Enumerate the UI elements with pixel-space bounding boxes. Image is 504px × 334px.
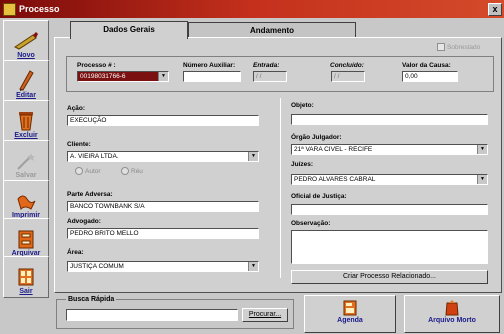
radio-circle[interactable] [121,167,129,175]
app-icon [3,2,16,16]
parte-adversa-field[interactable]: BANCO TOWNBANK S/A [67,201,259,212]
new-label: Novo [17,52,35,59]
arquivo-morto-button[interactable]: Arquivo Morto [404,295,500,333]
edit-button[interactable]: Editar [3,60,49,102]
advogado-label: Advogado: [67,218,101,225]
orgao-select[interactable]: 21ª VARA CIVEL - RECIFE ▼ [291,144,488,155]
procurar-button[interactable]: Procurar... [242,308,288,322]
chevron-down-icon[interactable]: ▼ [477,145,487,154]
pen-icon [14,32,38,50]
close-button[interactable]: x [488,3,502,16]
busca-field[interactable] [66,309,238,321]
bottom-bar: Busca Rápida Procurar... Agenda Arquivo … [54,295,502,333]
left-toolbar: Novo Editar Excluir Salvar Imprimir Arqu… [0,18,52,298]
cliente-label: Cliente: [67,141,91,148]
chevron-down-icon[interactable]: ▼ [477,175,487,184]
area-value: JUSTIÇA COMUM [70,263,124,270]
concluido-field[interactable]: / / [331,71,365,82]
chevron-down-icon[interactable]: ▼ [248,262,258,271]
edit-label: Editar [16,92,36,99]
area-label: Área: [67,249,84,256]
agenda-button[interactable]: Agenda [304,295,396,333]
processo-field[interactable]: 00198031766-6 ▼ [77,71,169,82]
processo-label: Processo # : [77,62,116,69]
archive-button[interactable]: Arquivar [3,218,49,260]
acao-field[interactable]: EXECUÇÃO [67,115,259,126]
delete-button[interactable]: Excluir [3,100,49,142]
numero-auxiliar-label: Número Auxiliar: [183,62,236,69]
print-button[interactable]: Imprimir [3,180,49,222]
processo-value: 00198031766-6 [80,73,126,80]
area-select[interactable]: JUSTIÇA COMUM ▼ [67,261,259,272]
sobrestado-checkbox[interactable]: Sobrestado [437,43,480,51]
pencil-icon [19,70,34,91]
observacao-textarea[interactable] [291,230,488,264]
juizes-value: PEDRO ALVARES CABRAL [294,176,376,183]
parte-adversa-label: Parte Adversa: [67,191,113,198]
radio-reu-label: Réu [131,167,143,175]
main-panel: Sobrestado Processo # : 00198031766-6 ▼ … [54,37,502,293]
chevron-down-icon[interactable]: ▼ [248,152,258,161]
new-button[interactable]: Novo [3,20,49,62]
observacao-label: Observação: [291,220,331,227]
window-title: Processo [19,4,60,14]
archive-icon [18,230,34,249]
radio-autor-label: Autor [85,167,101,175]
wand-icon [17,153,35,170]
objeto-label: Objeto: [291,102,314,109]
radio-autor[interactable]: Autor [75,167,101,175]
entrada-label: Entrada: [253,62,280,69]
column-divider [280,98,281,278]
oficial-field[interactable] [291,204,488,215]
agenda-icon [343,300,357,316]
radio-circle[interactable] [75,167,83,175]
exit-icon [18,268,34,286]
juizes-select[interactable]: PEDRO ALVARES CABRAL ▼ [291,174,488,185]
cliente-select[interactable]: A. VIEIRA LTDA. ▼ [67,151,259,162]
sobrestado-label: Sobrestado [447,43,481,51]
advogado-field[interactable]: PEDRO BRITO MELLO [67,228,259,239]
valor-causa-label: Valor da Causa: [402,62,451,69]
agenda-label: Agenda [337,317,363,324]
save-label: Salvar [15,172,37,179]
title-bar: Processo x [0,0,504,18]
chevron-down-icon[interactable]: ▼ [158,72,168,81]
orgao-label: Órgão Julgador: [291,134,342,141]
juizes-label: Juízes: [291,161,314,168]
acao-label: Ação: [67,105,86,112]
trash-icon [19,112,33,131]
orgao-value: 21ª VARA CIVEL - RECIFE [294,146,373,153]
cliente-value: A. VIEIRA LTDA. [70,153,119,160]
checkbox-box[interactable] [437,43,445,51]
exit-button[interactable]: Sair [3,256,49,298]
archive-box-icon [445,300,459,316]
exit-label: Sair [19,288,33,295]
delete-label: Excluir [14,132,38,139]
print-icon [17,195,36,210]
busca-label: Busca Rápida [66,296,117,303]
concluido-label: Concluído: [330,62,364,69]
arquivo-morto-label: Arquivo Morto [428,317,476,324]
valor-causa-field[interactable]: 0,00 [402,71,458,82]
oficial-label: Oficial de Justiça: [291,193,347,200]
entrada-field[interactable]: / / [253,71,287,82]
save-button: Salvar [3,140,49,182]
criar-processo-button[interactable]: Criar Processo Relacionado... [291,270,488,284]
objeto-field[interactable] [291,114,488,125]
tab-dados-gerais[interactable]: Dados Gerais [70,21,188,39]
radio-reu[interactable]: Réu [121,167,143,175]
numero-auxiliar-field[interactable] [183,71,241,82]
